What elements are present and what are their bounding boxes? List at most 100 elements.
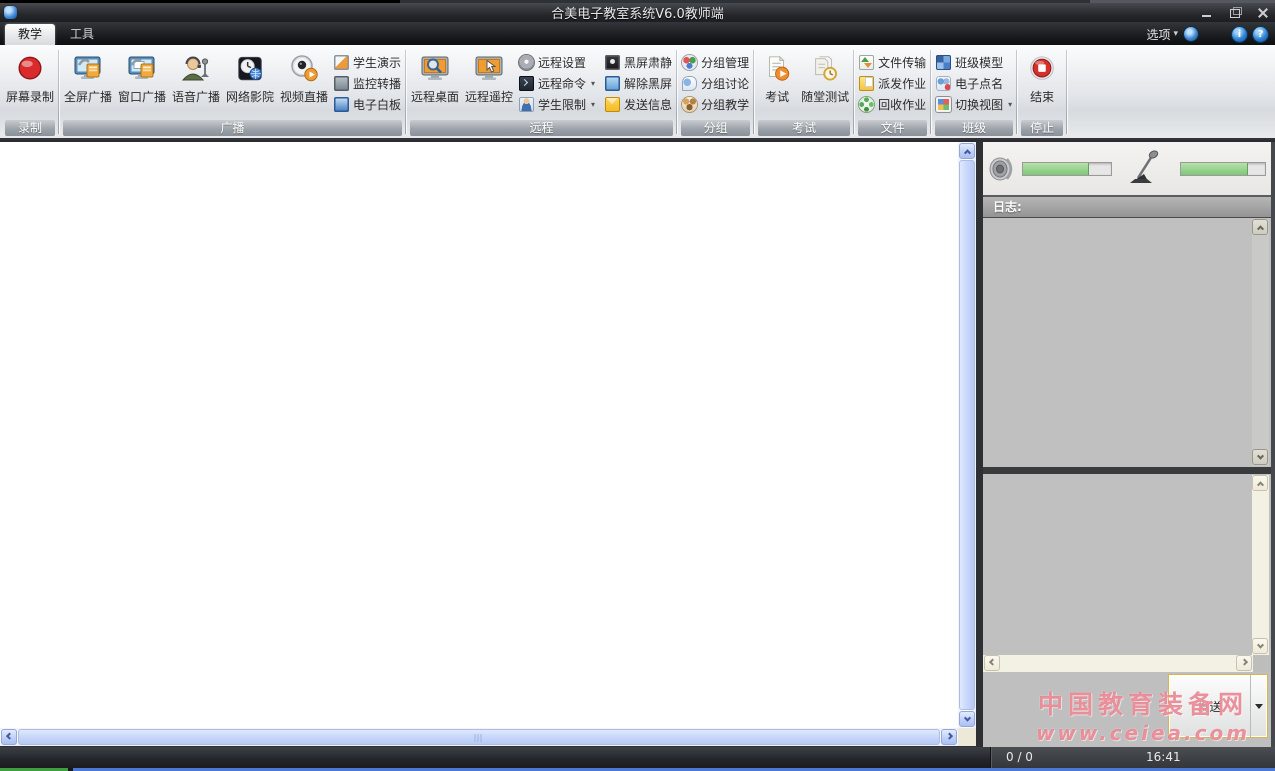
scroll-right-button[interactable] <box>941 729 957 745</box>
scrollbar-thumb[interactable] <box>18 729 940 745</box>
tab-tools[interactable]: 工具 <box>57 24 107 45</box>
ribbon-group-file: 文件传输 派发作业 回收作业 文件 <box>854 46 931 138</box>
unblackscreen-button[interactable]: 解除黑屏 <box>602 73 675 94</box>
mic-volume-bar[interactable] <box>1180 162 1266 176</box>
end-icon <box>1027 50 1057 88</box>
minimize-button[interactable] <box>1201 7 1213 18</box>
student-limit-button[interactable]: 学生限制 ▾ <box>516 94 598 115</box>
button-label: 结束 <box>1030 88 1054 105</box>
send-dropdown-button[interactable] <box>1250 675 1267 737</box>
group-manage-button[interactable]: 分组管理 <box>679 52 752 73</box>
scroll-up-button[interactable] <box>1252 475 1268 491</box>
screen-record-button[interactable]: 屏幕录制 <box>3 47 57 105</box>
button-label: 学生限制 <box>538 96 586 113</box>
close-button[interactable] <box>1257 7 1269 18</box>
button-label: 发送信息 <box>624 96 672 113</box>
button-label: 视频直播 <box>280 88 328 105</box>
ribbon-group-remote: 远程桌面 远程遥控 远程设置 远程命令 ▾ <box>406 46 677 138</box>
quiz-button[interactable]: 随堂测试 <box>798 47 852 105</box>
application-window: 合美电子教室系统V6.0教师端 教学 工具 选项 ▾ i ? <box>0 0 1275 771</box>
button-label: 监控转播 <box>353 75 401 92</box>
log-vertical-scrollbar[interactable] <box>1252 219 1269 466</box>
collect-homework-icon <box>859 97 874 112</box>
collect-homework-button[interactable]: 回收作业 <box>856 94 929 115</box>
message-horizontal-scrollbar[interactable] <box>983 655 1253 672</box>
assign-homework-button[interactable]: 派发作业 <box>856 73 929 94</box>
roll-call-button[interactable]: 电子点名 <box>933 73 1015 94</box>
student-limit-icon <box>519 97 534 112</box>
exam-button[interactable]: 考试 <box>756 47 798 105</box>
remote-command-button[interactable]: 远程命令 ▾ <box>516 73 598 94</box>
skin-gear-icon[interactable] <box>1184 27 1198 41</box>
scrollbar-corner <box>958 728 976 746</box>
info-icon[interactable]: i <box>1232 27 1247 42</box>
fullscreen-broadcast-button[interactable]: 全屏广播 <box>61 47 115 105</box>
speaker-level-fill <box>1023 163 1089 175</box>
ribbon-group-label: 停止 <box>1021 120 1063 136</box>
main-horizontal-scrollbar[interactable] <box>0 728 958 746</box>
remote-control-button[interactable]: 远程遥控 <box>462 47 516 105</box>
group-discuss-button[interactable]: 分组讨论 <box>679 73 752 94</box>
scroll-down-button[interactable] <box>959 711 975 727</box>
scroll-up-button[interactable] <box>959 143 975 159</box>
ribbon-group-label: 考试 <box>758 120 850 136</box>
ribbon-group-label: 远程 <box>410 120 673 136</box>
whiteboard-button[interactable]: 电子白板 <box>331 94 404 115</box>
group-teach-button[interactable]: 分组教学 <box>679 94 752 115</box>
log-list[interactable] <box>983 218 1271 467</box>
roll-call-icon <box>936 76 951 91</box>
button-label: 远程桌面 <box>411 88 459 105</box>
scroll-down-button[interactable] <box>1252 638 1268 654</box>
message-input-area[interactable]: 发送 <box>983 672 1271 747</box>
switch-view-icon <box>936 97 951 112</box>
whiteboard-icon <box>334 97 349 112</box>
message-list[interactable] <box>983 474 1271 655</box>
scroll-right-button[interactable] <box>1236 655 1252 671</box>
monitor-relay-icon <box>334 76 349 91</box>
status-bar: 0 / 0 16:41 <box>0 747 1275 768</box>
speaker-volume-bar[interactable] <box>1022 162 1112 176</box>
remote-settings-button[interactable]: 远程设置 <box>516 52 598 73</box>
voice-broadcast-button[interactable]: 语音广播 <box>169 47 223 105</box>
scroll-down-button[interactable] <box>1252 449 1268 465</box>
class-model-button[interactable]: 班级模型 <box>933 52 1015 73</box>
ribbon-group-exam: 考试 随堂测试 考试 <box>754 46 854 138</box>
clock: 16:41 <box>1146 750 1181 764</box>
button-label: 屏幕录制 <box>6 88 54 105</box>
tab-teaching[interactable]: 教学 <box>5 24 55 45</box>
net-cinema-button[interactable]: 网络影院 <box>223 47 277 105</box>
student-counter: 0 / 0 <box>1006 750 1033 764</box>
send-message-button[interactable]: 发送信息 <box>602 94 675 115</box>
send-split-button: 发送 <box>1168 674 1268 738</box>
monitor-relay-button[interactable]: 监控转播 <box>331 73 404 94</box>
blackscreen-button[interactable]: 黑屏肃静 <box>602 52 675 73</box>
window-broadcast-icon <box>126 50 158 88</box>
unblackscreen-icon <box>605 76 620 91</box>
main-vertical-scrollbar[interactable] <box>958 142 976 728</box>
file-transfer-button[interactable]: 文件传输 <box>856 52 929 73</box>
message-vertical-scrollbar[interactable] <box>1252 475 1269 655</box>
student-list-canvas[interactable] <box>0 142 958 728</box>
window-broadcast-button[interactable]: 窗口广播 <box>115 47 169 105</box>
switch-view-button[interactable]: 切换视图 ▾ <box>933 94 1015 115</box>
ribbon-group-label: 广播 <box>63 120 402 136</box>
send-button[interactable]: 发送 <box>1169 675 1250 737</box>
student-demo-button[interactable]: 学生演示 <box>331 52 404 73</box>
restore-button[interactable] <box>1229 7 1241 18</box>
remote-desktop-button[interactable]: 远程桌面 <box>408 47 462 105</box>
video-live-button[interactable]: 视频直播 <box>277 47 331 105</box>
options-label: 选项 <box>1146 26 1170 43</box>
scrollbar-thumb[interactable] <box>959 160 975 710</box>
button-label: 考试 <box>765 88 789 105</box>
window-right-border <box>1271 142 1275 747</box>
button-label: 语音广播 <box>172 88 220 105</box>
end-button[interactable]: 结束 <box>1019 47 1065 105</box>
scroll-up-button[interactable] <box>1252 219 1268 235</box>
right-panel: 日志: 发送 <box>983 142 1271 747</box>
scroll-left-button[interactable] <box>1 729 17 745</box>
help-icon[interactable]: ? <box>1253 27 1268 42</box>
record-icon <box>15 50 45 88</box>
scroll-left-button[interactable] <box>984 655 1000 671</box>
remote-settings-icon <box>519 55 534 70</box>
options-button[interactable]: 选项 ▾ <box>1146 26 1178 43</box>
